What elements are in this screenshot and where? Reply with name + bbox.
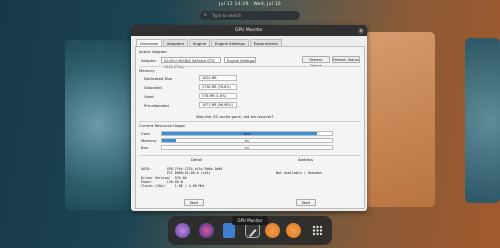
metric-label: Pre-allocated bbox=[144, 103, 169, 108]
settings-app-icon[interactable] bbox=[286, 223, 301, 238]
metric-label: Allocated bbox=[144, 85, 162, 90]
usage-label-core: Core bbox=[141, 131, 150, 136]
media-icon[interactable] bbox=[199, 223, 214, 238]
divider bbox=[139, 66, 361, 67]
metric-label: Dedicated Size bbox=[144, 76, 173, 81]
overview-panel: Active Adapter Adapter 00:02.0 NVIDIA Ge… bbox=[135, 46, 365, 209]
close-icon[interactable]: ✕ bbox=[358, 27, 364, 34]
workspace-thumbnail-right[interactable] bbox=[365, 32, 435, 207]
app-window[interactable]: GPU Monitor ✕ Overview Adapters Engine E… bbox=[131, 25, 367, 211]
tab-experiments[interactable]: Experiments bbox=[249, 39, 282, 46]
search-icon: ⌕ bbox=[204, 12, 207, 18]
gpu-tool-icon[interactable] bbox=[245, 223, 260, 238]
usage-percent: 0% bbox=[244, 146, 250, 150]
dock-tooltip: GPU Monitor bbox=[232, 216, 268, 225]
metric-value: 576 MB (1.8%) bbox=[199, 93, 237, 99]
refresh-status-button[interactable]: Refresh Status bbox=[332, 56, 360, 63]
usage-percent: 8% bbox=[244, 139, 250, 143]
metric-value: 1736 MB (76.6%) bbox=[199, 84, 237, 90]
metric-value: 1871 MB (96.98%) bbox=[199, 102, 237, 108]
usage-percent: 91% bbox=[243, 132, 251, 136]
adapter-select[interactable]: 00:02.0 NVIDIA GeForce GTX 1060 (PCIe) bbox=[161, 57, 221, 69]
metric-label: Used bbox=[144, 94, 154, 99]
section-memory-heading: Memory bbox=[139, 68, 155, 73]
shell-icon[interactable] bbox=[175, 223, 190, 238]
section-adapter-heading: Active Adapter bbox=[139, 49, 168, 54]
usage-bar-memory: 8% bbox=[161, 138, 333, 143]
pen-icon bbox=[249, 229, 257, 237]
adapter-label: Adapter bbox=[141, 58, 157, 63]
usage-label-bus: Bus bbox=[141, 145, 148, 150]
workspace-thumbnail-left[interactable] bbox=[65, 40, 138, 210]
tab-engine[interactable]: Engine bbox=[188, 39, 210, 46]
app-grid-icon[interactable] bbox=[310, 223, 325, 238]
search-placeholder: Type to search bbox=[212, 13, 242, 18]
grid-dots-icon bbox=[312, 225, 323, 236]
status-question: Was the OS cache gone, did we recover? bbox=[196, 114, 274, 119]
engine-settings-select[interactable]: Engine Settings bbox=[224, 57, 256, 63]
workspace-thumbnail-far-right[interactable] bbox=[465, 38, 500, 203]
section-usage-heading: Current Resource Usage bbox=[139, 123, 185, 128]
usage-bar-core: 91% bbox=[161, 131, 333, 136]
usage-label-memory: Memory bbox=[141, 138, 157, 143]
metric-value: 1024 MB bbox=[199, 75, 237, 81]
window-title: GPU Monitor bbox=[234, 28, 264, 33]
tab-bar: Overview Adapters Engine Engine Settings… bbox=[136, 39, 283, 46]
docs-icon[interactable] bbox=[223, 223, 235, 238]
window-titlebar[interactable]: GPU Monitor ✕ bbox=[131, 25, 367, 36]
address-info: Not Available / Unknown bbox=[276, 171, 322, 175]
clock[interactable]: Jul 12 14:29 · Wed, Jul 10 bbox=[0, 2, 500, 7]
top-bar: Jul 12 14:29 · Wed, Jul 10 bbox=[0, 0, 500, 10]
usage-bar-bus: 0% bbox=[161, 145, 333, 150]
divider bbox=[139, 155, 361, 156]
detail-info: UUID: GPU-7f0c-1224-4f1d-9b6a-3dd9 PCI 0… bbox=[141, 167, 223, 189]
settings-gear-icon[interactable] bbox=[265, 223, 280, 238]
start-button-right[interactable]: Start bbox=[296, 199, 316, 206]
column-header-address: Address bbox=[298, 157, 314, 162]
refresh-device-button[interactable]: Refresh Device bbox=[302, 56, 330, 68]
start-button-left[interactable]: Start bbox=[184, 199, 204, 206]
search-field[interactable]: ⌕ Type to search bbox=[200, 11, 300, 20]
column-header-detail: Detail bbox=[191, 157, 203, 162]
tab-overview[interactable]: Overview bbox=[136, 39, 162, 46]
tab-engine-settings[interactable]: Engine Settings bbox=[210, 39, 249, 46]
tab-adapters[interactable]: Adapters bbox=[162, 39, 188, 46]
divider bbox=[139, 121, 361, 122]
